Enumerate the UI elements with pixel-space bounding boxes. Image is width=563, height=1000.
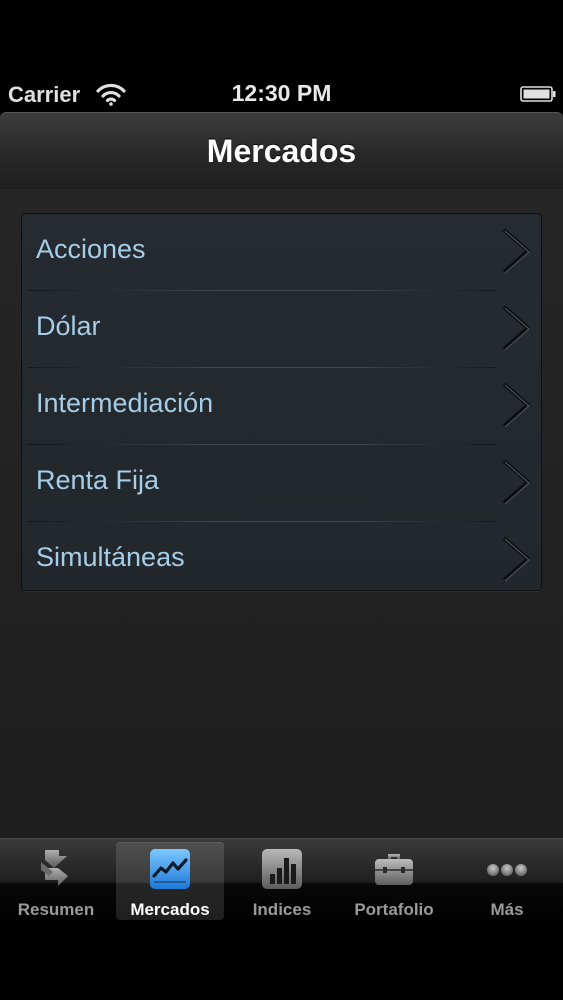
more-dots-icon: [487, 864, 527, 876]
menu-item-label: Acciones: [36, 234, 146, 264]
briefcase-icon: [375, 854, 413, 885]
chevron-right-icon: [502, 382, 530, 428]
chevron-right-icon: [502, 459, 530, 505]
tab-mercados[interactable]: Mercados: [116, 842, 224, 920]
menu-item-dolar[interactable]: Dólar: [22, 291, 541, 368]
menu-item-label: Dólar: [36, 311, 101, 341]
tab-label: Portafolio: [354, 900, 434, 919]
menu-item-simultaneas[interactable]: Simultáneas: [22, 522, 541, 590]
chevron-right-icon: [502, 228, 530, 274]
tab-portafolio[interactable]: Portafolio: [340, 842, 448, 920]
content-area: Acciones Dólar Intermediación Renta Fija…: [0, 189, 563, 838]
tab-resumen[interactable]: Resumen: [2, 842, 110, 920]
menu-item-acciones[interactable]: Acciones: [22, 214, 541, 291]
tab-label: Indices: [252, 900, 312, 919]
tab-label: Resumen: [17, 900, 95, 919]
menu-item-label: Intermediación: [36, 388, 214, 418]
menu-item-intermediacion[interactable]: Intermediación: [22, 368, 541, 445]
chevron-right-icon: [502, 536, 530, 582]
markets-menu-list: Acciones Dólar Intermediación Renta Fija…: [21, 213, 542, 591]
status-bar: Carrier 12:30 PM: [0, 0, 563, 112]
tab-mas[interactable]: Más: [453, 842, 561, 920]
app-screen: Carrier 12:30 PM Mercados Acciones Dólar…: [0, 0, 563, 1000]
tab-bar: Resumen Mercados Indices Portafolio Más: [0, 838, 563, 1000]
menu-item-label: Simultáneas: [36, 542, 185, 572]
tab-indices[interactable]: Indices: [228, 842, 336, 920]
navigation-bar: Mercados: [0, 112, 563, 190]
menu-item-renta-fija[interactable]: Renta Fija: [22, 445, 541, 522]
battery-icon: [520, 86, 556, 102]
line-chart-icon: [150, 849, 190, 889]
tab-label: Mercados: [130, 900, 210, 919]
swap-arrows-icon: [41, 850, 68, 886]
tab-label: Más: [490, 900, 524, 919]
page-title: Mercados: [206, 133, 357, 169]
chevron-right-icon: [502, 305, 530, 351]
menu-item-label: Renta Fija: [36, 465, 160, 495]
bar-chart-icon: [262, 849, 302, 889]
clock: 12:30 PM: [231, 80, 332, 106]
